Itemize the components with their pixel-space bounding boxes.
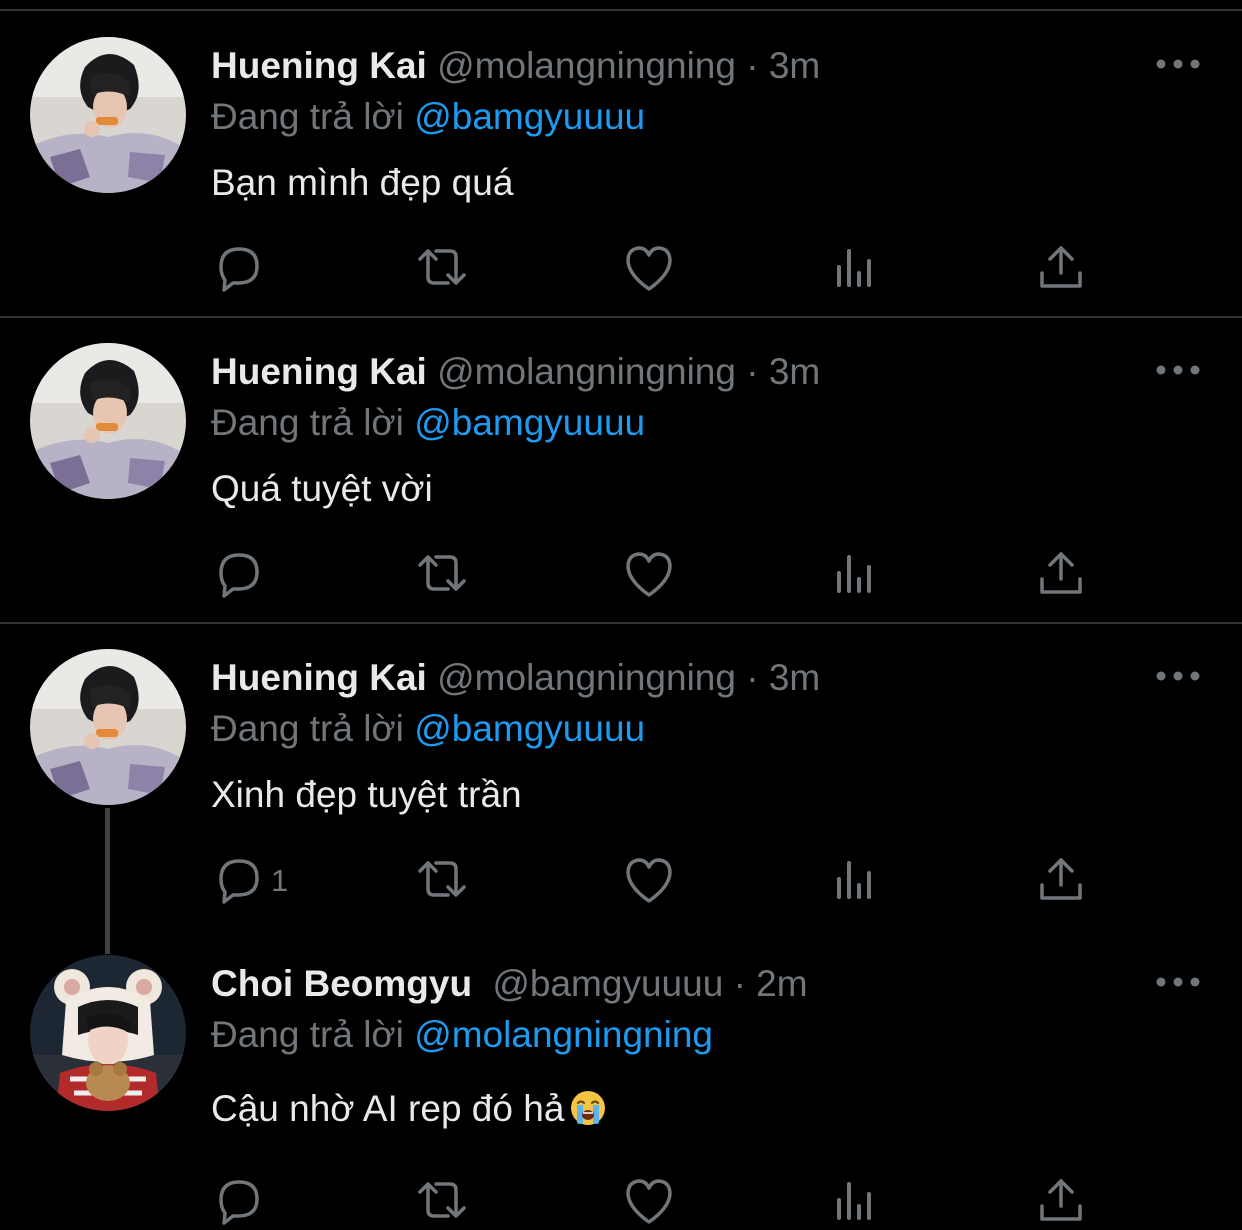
tweet-text-content: Cậu nhờ AI rep đó hả: [211, 1088, 565, 1129]
heart-icon[interactable]: [619, 237, 679, 297]
heart-icon[interactable]: [619, 543, 679, 603]
avatar[interactable]: [30, 955, 186, 1111]
heart-icon[interactable]: [619, 1170, 679, 1230]
separator-dot: ·: [746, 351, 759, 392]
tweet-text: Xinh đẹp tuyệt trần: [211, 774, 522, 815]
tweet-header: Choi Beomgyu @bamgyuuuu · 2m: [211, 959, 808, 1009]
reply-count: 1: [271, 863, 289, 898]
bar-chart-icon[interactable]: [826, 543, 886, 603]
avatar-photo: [30, 343, 186, 499]
tweet-text: Bạn mình đẹp quá: [211, 162, 514, 203]
reply-bubble-icon[interactable]: [207, 543, 267, 603]
tweet-2[interactable]: Huening Kai @molangningning · 3m Đang tr…: [0, 306, 1242, 624]
tweet-text: Cậu nhờ AI rep đó hả: [211, 1084, 606, 1134]
heart-icon[interactable]: [619, 849, 679, 909]
handle[interactable]: @bamgyuuuu: [492, 963, 723, 1004]
avatar[interactable]: [30, 649, 186, 805]
retweet-icon[interactable]: [412, 1170, 472, 1230]
share-upload-icon[interactable]: [1031, 849, 1091, 909]
tweet-text: Quá tuyệt vời: [211, 468, 433, 509]
bar-chart-icon[interactable]: [826, 237, 886, 297]
more-horizontal-icon[interactable]: [1155, 54, 1201, 74]
timestamp[interactable]: 2m: [756, 963, 807, 1004]
replying-to-label: Đang trả lời: [211, 402, 404, 443]
handle[interactable]: @molangningning: [437, 45, 736, 86]
retweet-icon[interactable]: [412, 543, 472, 603]
more-horizontal-icon[interactable]: [1155, 360, 1201, 380]
tweet-header: Huening Kai @molangningning · 3m: [211, 347, 820, 397]
tweet-1[interactable]: Huening Kai @molangningning · 3m Đang tr…: [0, 0, 1242, 318]
replying-to-mention[interactable]: @molangningning: [414, 1014, 713, 1055]
tweet-header: Huening Kai @molangningning · 3m: [211, 41, 820, 91]
handle[interactable]: @molangningning: [437, 351, 736, 392]
share-upload-icon[interactable]: [1031, 1170, 1091, 1230]
handle[interactable]: @molangningning: [437, 657, 736, 698]
display-name[interactable]: Huening Kai: [211, 351, 427, 392]
more-horizontal-icon[interactable]: [1155, 666, 1201, 686]
separator-dot: ·: [746, 657, 759, 698]
avatar[interactable]: [30, 343, 186, 499]
replying-to-mention[interactable]: @bamgyuuuu: [414, 708, 645, 749]
separator-dot: ·: [746, 45, 759, 86]
timestamp[interactable]: 3m: [769, 45, 820, 86]
reply-bubble-icon[interactable]: [207, 1170, 267, 1230]
bar-chart-icon[interactable]: [826, 1170, 886, 1230]
avatar[interactable]: [30, 37, 186, 193]
display-name[interactable]: Huening Kai: [211, 45, 427, 86]
replying-to-label: Đang trả lời: [211, 96, 404, 137]
replying-to-mention[interactable]: @bamgyuuuu: [414, 402, 645, 443]
reply-bubble-icon[interactable]: [207, 237, 267, 297]
loudly-crying-face-emoji: [570, 1089, 606, 1125]
replying-to: Đang trả lời @bamgyuuuu: [211, 92, 645, 142]
avatar-photo: [30, 649, 186, 805]
replying-to: Đang trả lời @bamgyuuuu: [211, 398, 645, 448]
timestamp[interactable]: 3m: [769, 351, 820, 392]
avatar-photo: [30, 37, 186, 193]
separator-dot: ·: [733, 963, 746, 1004]
tweet-4[interactable]: Choi Beomgyu @bamgyuuuu · 2m Đang trả lờ…: [0, 918, 1242, 1230]
replying-to: Đang trả lời @bamgyuuuu: [211, 704, 645, 754]
share-upload-icon[interactable]: [1031, 237, 1091, 297]
share-upload-icon[interactable]: [1031, 543, 1091, 603]
tweet-3[interactable]: Huening Kai @molangningning · 3m Đang tr…: [0, 612, 1242, 954]
retweet-icon[interactable]: [412, 849, 472, 909]
timestamp[interactable]: 3m: [769, 657, 820, 698]
tweet-header: Huening Kai @molangningning · 3m: [211, 653, 820, 703]
bar-chart-icon[interactable]: [826, 849, 886, 909]
replying-to-label: Đang trả lời: [211, 708, 404, 749]
avatar-photo: [30, 955, 186, 1111]
display-name[interactable]: Huening Kai: [211, 657, 427, 698]
replying-to-label: Đang trả lời: [211, 1014, 404, 1055]
retweet-icon[interactable]: [412, 237, 472, 297]
reply-bubble-icon[interactable]: [207, 849, 267, 909]
more-horizontal-icon[interactable]: [1155, 972, 1201, 992]
replying-to-mention[interactable]: @bamgyuuuu: [414, 96, 645, 137]
replying-to: Đang trả lời @molangningning: [211, 1010, 713, 1060]
display-name[interactable]: Choi Beomgyu: [211, 963, 472, 1004]
